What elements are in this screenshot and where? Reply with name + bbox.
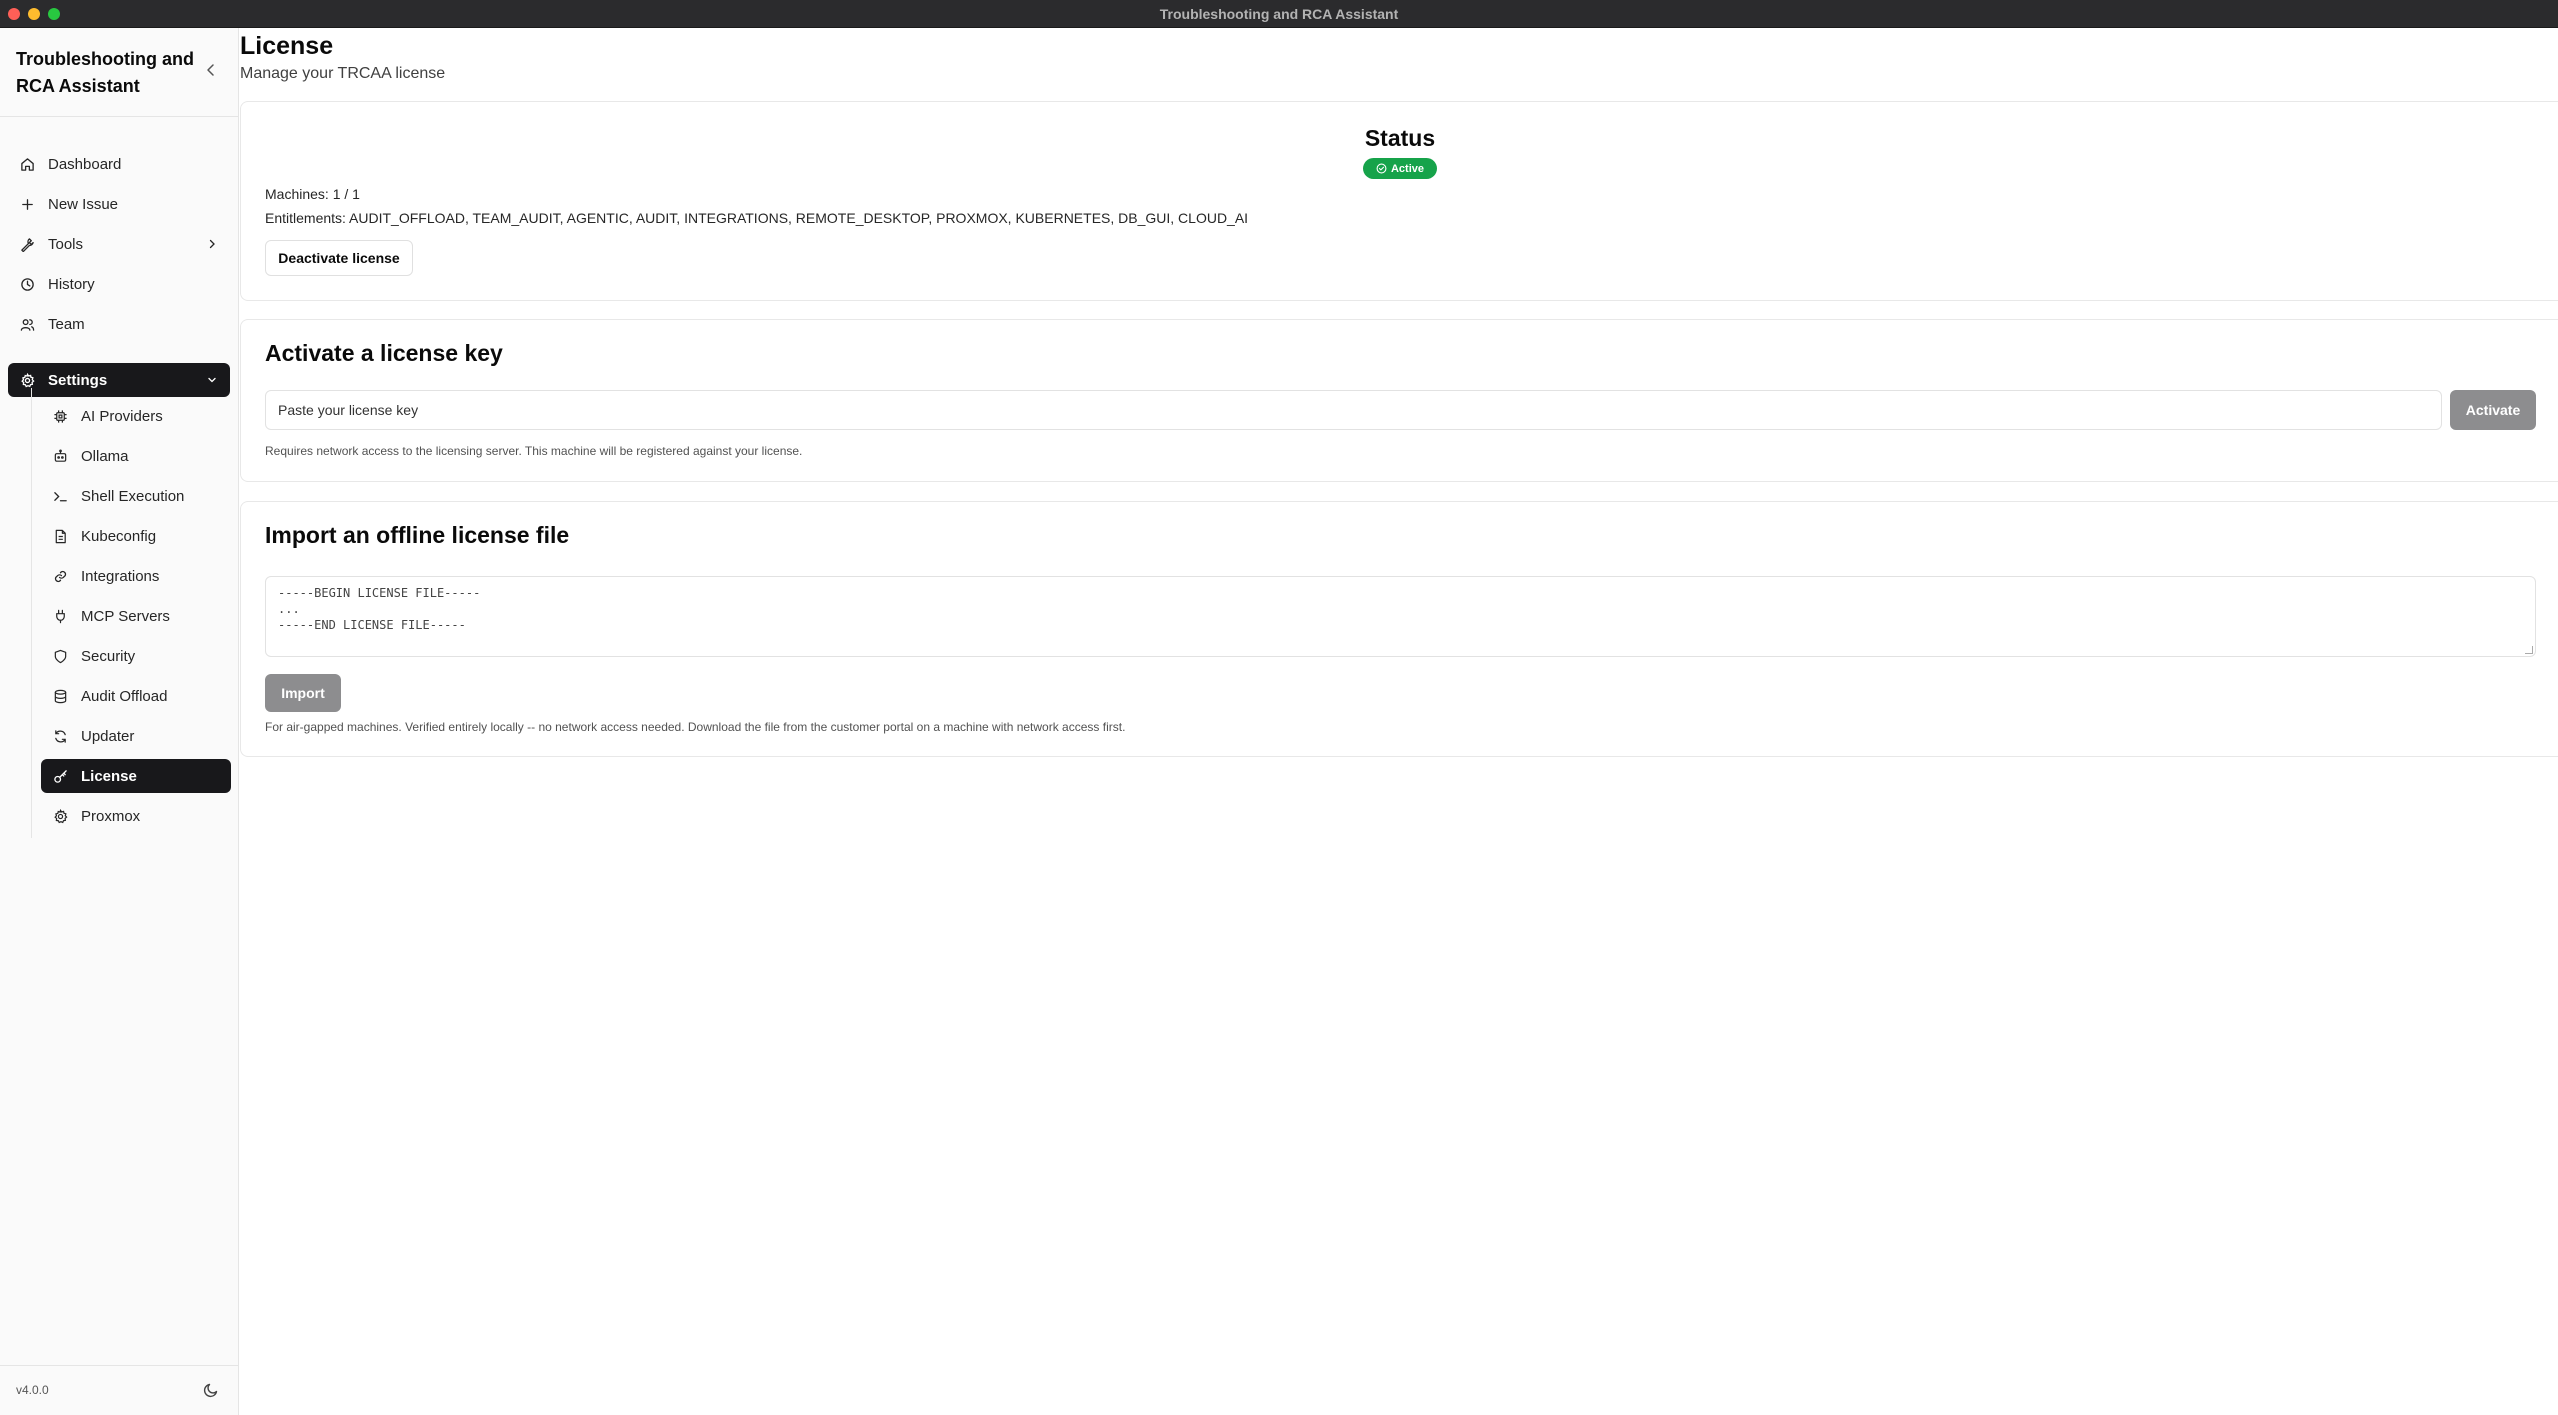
offline-license-card: Import an offline license file -----BEGI…: [240, 501, 2558, 757]
settings-item-mcp-servers[interactable]: MCP Servers: [41, 599, 231, 633]
license-file-placeholder: -----BEGIN LICENSE FILE----- ... -----EN…: [278, 586, 481, 632]
settings-item-audit-offload[interactable]: Audit Offload: [41, 679, 231, 713]
status-title: Status: [1364, 125, 1436, 151]
settings-item-shell-execution[interactable]: Shell Execution: [41, 479, 231, 513]
app-version: v4.0.0: [16, 1383, 49, 1397]
chevron-down-icon: [208, 377, 216, 383]
license-key-input[interactable]: Paste your license key: [265, 390, 2442, 430]
nav-label: Team: [48, 315, 85, 333]
nav-history[interactable]: History: [8, 267, 230, 301]
sub-label: Audit Offload: [81, 687, 168, 705]
settings-item-ai-providers[interactable]: AI Providers: [41, 399, 231, 433]
nav-label: History: [48, 275, 95, 293]
activate-button[interactable]: Activate: [2450, 390, 2536, 430]
app-brand: Troubleshooting and RCA Assistant: [16, 49, 194, 96]
offline-help-text: For air-gapped machines. Verified entire…: [265, 720, 1126, 734]
nav-label: New Issue: [48, 195, 119, 213]
nav-new-issue[interactable]: New Issue: [8, 187, 230, 221]
footer-divider: [0, 1365, 239, 1366]
sub-label: AI Providers: [81, 407, 163, 425]
shield-icon: [54, 649, 67, 663]
gear-icon: [54, 808, 68, 823]
submenu-guide-line: [31, 388, 32, 838]
collapse-sidebar-icon[interactable]: [203, 62, 219, 78]
sub-label: Security: [81, 647, 136, 665]
key-icon: [54, 769, 67, 783]
nav-label: Tools: [48, 235, 84, 253]
main-content: License Manage your TRCAA license Status…: [240, 28, 2558, 1415]
window-title: Troubleshooting and RCA Assistant: [1159, 6, 1399, 22]
settings-item-updater[interactable]: Updater: [41, 719, 231, 753]
link-icon: [54, 570, 67, 582]
nav-settings[interactable]: Settings: [8, 363, 230, 397]
textarea-resize-handle[interactable]: [2525, 646, 2533, 654]
offline-title: Import an offline license file: [265, 522, 570, 548]
sidebar: Troubleshooting and RCA Assistant Dashbo…: [0, 28, 239, 1415]
cpu-icon: [54, 409, 67, 423]
page-title: License: [240, 32, 334, 60]
terminal-icon: [54, 491, 67, 501]
entitlements-list: Entitlements: AUDIT_OFFLOAD, TEAM_AUDIT,…: [265, 210, 1249, 226]
nav-dashboard[interactable]: Dashboard: [8, 147, 230, 181]
window-titlebar: Troubleshooting and RCA Assistant: [0, 0, 2558, 28]
sub-label: Updater: [81, 727, 135, 745]
activate-help-text: Requires network access to the licensing…: [265, 444, 803, 458]
nav-label: Dashboard: [48, 155, 122, 173]
database-icon: [54, 689, 67, 703]
sub-label: Kubeconfig: [81, 527, 157, 545]
home-icon: [21, 157, 34, 171]
brand-divider: [0, 116, 239, 117]
activate-title: Activate a license key: [265, 340, 503, 366]
file-icon: [55, 529, 66, 543]
moon-icon[interactable]: [203, 1382, 219, 1398]
status-badge-label: Active: [1390, 162, 1425, 175]
machines-count: Machines: 1 / 1: [265, 186, 360, 202]
settings-item-kubeconfig[interactable]: Kubeconfig: [41, 519, 231, 553]
license-file-textarea[interactable]: -----BEGIN LICENSE FILE----- ... -----EN…: [265, 576, 2536, 657]
nav-team[interactable]: Team: [8, 307, 230, 341]
plug-icon: [56, 609, 65, 623]
chevron-right-icon: [209, 239, 215, 249]
users-icon: [20, 318, 35, 331]
settings-item-security[interactable]: Security: [41, 639, 231, 673]
nav-tools[interactable]: Tools: [8, 227, 230, 261]
wrench-icon: [21, 237, 34, 252]
clock-icon: [21, 277, 34, 291]
settings-item-license[interactable]: License: [41, 759, 231, 793]
gear-icon: [21, 372, 35, 387]
sub-label: Shell Execution: [81, 487, 185, 505]
check-circle-icon: [1376, 163, 1387, 174]
deactivate-license-button[interactable]: Deactivate license: [265, 240, 413, 276]
settings-item-ollama[interactable]: Ollama: [41, 439, 231, 473]
settings-item-proxmox[interactable]: Proxmox: [41, 799, 231, 833]
sub-label: Ollama: [81, 447, 129, 465]
status-badge: Active: [1363, 158, 1437, 179]
sub-label: Proxmox: [81, 807, 141, 825]
activate-license-card: Activate a license key Paste your licens…: [240, 319, 2558, 482]
page-subtitle: Manage your TRCAA license: [240, 65, 446, 82]
sub-label: MCP Servers: [81, 607, 170, 625]
nav-label: Settings: [48, 371, 108, 389]
refresh-icon: [55, 729, 66, 743]
settings-item-integrations[interactable]: Integrations: [41, 559, 231, 593]
sub-label: License: [81, 767, 137, 785]
plus-icon: [22, 198, 33, 210]
import-button[interactable]: Import: [265, 674, 341, 712]
sub-label: Integrations: [81, 567, 160, 585]
bot-icon: [54, 449, 67, 462]
status-card: Status Active Machines: 1 / 1 Entitlemen…: [240, 101, 2558, 301]
